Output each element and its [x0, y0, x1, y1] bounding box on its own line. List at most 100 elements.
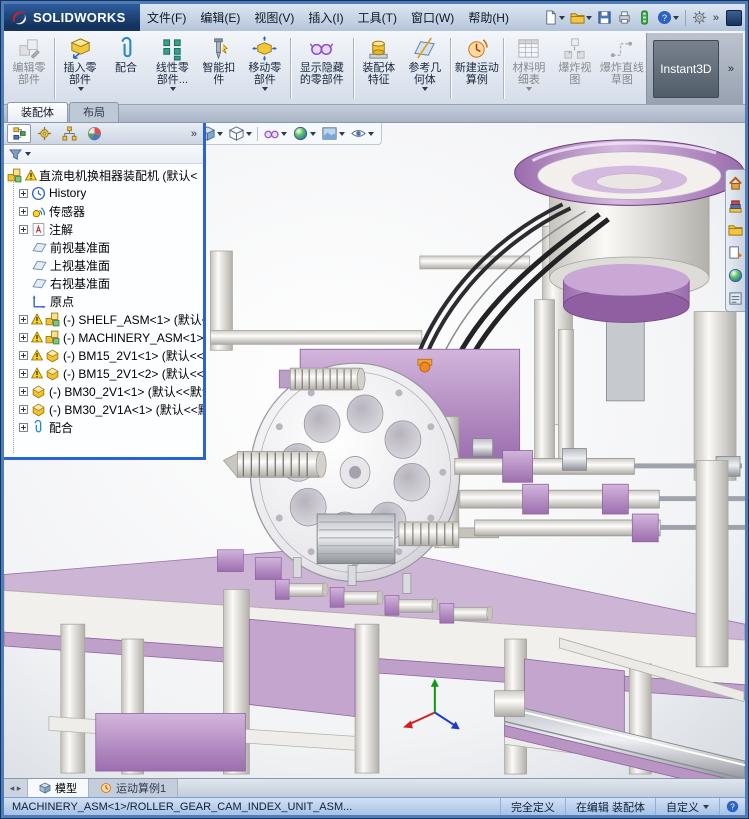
custom-properties-tab[interactable] — [727, 287, 745, 309]
quick-access-toolbar: ? » — [541, 4, 745, 31]
motion-study-tab[interactable]: 运动算例1 — [89, 779, 178, 797]
mate-button[interactable]: 配合 — [103, 33, 149, 104]
dropdown-arrow-icon — [78, 87, 84, 91]
tree-item-sensors[interactable]: 传感器 — [4, 202, 203, 220]
task-pane-tabs — [725, 169, 745, 312]
linear-component-pattern-button[interactable]: 线性零部件... — [149, 33, 196, 104]
expand-icon[interactable] — [19, 207, 28, 216]
appearances-tab[interactable] — [727, 264, 745, 286]
configurationmanager-tab[interactable] — [57, 124, 81, 143]
design-library-tab[interactable] — [727, 195, 745, 217]
propertymanager-tab[interactable] — [32, 124, 56, 143]
tree-item-bm15-1[interactable]: (-) BM15_2V1<1> (默认<<默 — [4, 346, 203, 364]
tree-item-mates[interactable]: 配合 — [4, 418, 203, 436]
tree-item-bm15-2[interactable]: (-) BM15_2V1<2> (默认<<默 — [4, 364, 203, 382]
menu-file[interactable]: 文件(F) — [140, 4, 193, 31]
menu-view[interactable]: 视图(V) — [247, 4, 301, 31]
hide-show-items-button[interactable] — [261, 124, 289, 143]
menu-window[interactable]: 窗口(W) — [404, 4, 461, 31]
tree-item-right-plane[interactable]: 右视基准面 — [4, 274, 203, 292]
insert-component-button[interactable]: 插入零部件 — [57, 33, 103, 104]
edit-appearance-button[interactable] — [290, 124, 318, 143]
command-manager-overflow-chevron[interactable]: » — [725, 63, 737, 75]
menu-tools[interactable]: 工具(T) — [351, 4, 404, 31]
expand-icon[interactable] — [19, 333, 28, 342]
tree-item-label: 传感器 — [49, 203, 85, 220]
apply-scene-button[interactable] — [319, 124, 347, 143]
print-button[interactable] — [615, 7, 634, 29]
tree-item-bm30-1[interactable]: (-) BM30_2V1<1> (默认<<默认 — [4, 382, 203, 400]
dropdown-arrow-icon — [339, 132, 345, 136]
show-hidden-components-button[interactable]: 显示隐藏的零部件 — [293, 33, 351, 104]
reference-geometry-button[interactable]: 参考几何体 — [402, 33, 448, 104]
tree-filter-row — [4, 145, 203, 164]
history-icon — [31, 186, 46, 201]
tree-item-root-assembly[interactable]: 直流电机换相器装配机 (默认< — [4, 166, 203, 184]
motion-study-icon — [464, 36, 489, 61]
options-button[interactable] — [690, 7, 709, 29]
tree-item-origin[interactable]: 原点 — [4, 292, 203, 310]
model-tab[interactable]: 模型 — [28, 779, 89, 797]
expand-icon[interactable] — [19, 225, 28, 234]
open-button[interactable] — [568, 7, 594, 29]
status-custom-dropdown[interactable]: 自定义 — [655, 798, 719, 815]
save-button[interactable] — [595, 7, 614, 29]
instant3d-toggle[interactable]: Instant3D — [653, 40, 719, 98]
dropdown-arrow-icon — [526, 87, 532, 91]
tree-item-label: 注解 — [49, 221, 73, 238]
button-label: 装配体特征 — [358, 62, 400, 87]
move-component-button[interactable]: 移动零部件 — [242, 33, 288, 104]
expand-icon[interactable] — [19, 189, 28, 198]
brand-text: SOLIDWORKS — [33, 10, 126, 25]
tree-item-bm30-1a[interactable]: (-) BM30_2V1A<1> (默认<<默认 — [4, 400, 203, 418]
new-document-button[interactable] — [541, 7, 567, 29]
help-button[interactable]: ? — [655, 7, 681, 29]
smart-fastener-icon — [206, 36, 231, 61]
view-palette-tab[interactable] — [727, 241, 745, 263]
menu-help[interactable]: 帮助(H) — [461, 4, 516, 31]
dropdown-arrow-icon — [422, 87, 428, 91]
expand-icon[interactable] — [19, 351, 28, 360]
solidworks-window: SOLIDWORKS 文件(F) 编辑(E) 视图(V) 插入(I) 工具(T)… — [0, 0, 749, 819]
window-menu-icon[interactable] — [726, 10, 742, 26]
tree-item-history[interactable]: History — [4, 184, 203, 202]
resources-home-tab[interactable] — [727, 172, 745, 194]
panel-tabs-overflow-chevron[interactable]: » — [188, 128, 200, 140]
view-settings-button[interactable] — [348, 124, 376, 143]
new-motion-study-button[interactable]: 新建运动算例 — [453, 33, 501, 104]
display-style-button[interactable] — [226, 124, 254, 143]
tree-item-label: 上视基准面 — [50, 257, 110, 274]
expand-icon[interactable] — [19, 405, 28, 414]
expand-icon[interactable] — [19, 423, 28, 432]
tab-layout[interactable]: 布局 — [69, 102, 119, 122]
dropdown-arrow-icon — [673, 16, 679, 20]
assembly-features-icon — [366, 36, 391, 61]
dropdown-arrow-icon — [310, 132, 316, 136]
assembly-features-button[interactable]: 装配体特征 — [356, 33, 402, 104]
part-icon — [31, 384, 46, 399]
rebuild-button[interactable] — [635, 7, 654, 29]
toolbar-separator — [503, 38, 504, 99]
file-explorer-tab[interactable] — [727, 218, 745, 240]
smart-fasteners-button[interactable]: 智能扣件 — [196, 33, 242, 104]
button-label: Instant3D — [660, 63, 711, 76]
tree-item-annotations[interactable]: 注解 — [4, 220, 203, 238]
featuremanager-tab[interactable] — [7, 124, 31, 143]
dropdown-arrow-icon[interactable] — [25, 152, 31, 156]
expand-icon[interactable] — [19, 369, 28, 378]
tree-item-machinery-asm[interactable]: (-) MACHINERY_ASM<1> (默 — [4, 328, 203, 346]
status-help-button[interactable]: ? — [719, 798, 745, 815]
tree-item-label: 配合 — [49, 419, 73, 436]
toolbar-overflow-chevron[interactable]: » — [710, 12, 722, 24]
expand-icon[interactable] — [19, 315, 28, 324]
tree-item-shelf-asm[interactable]: (-) SHELF_ASM<1> (默认<<默 — [4, 310, 203, 328]
tab-scroll-buttons[interactable]: ◂ ▸ — [4, 779, 28, 797]
expand-icon[interactable] — [19, 387, 28, 396]
displaymanager-tab[interactable] — [82, 124, 106, 143]
menu-edit[interactable]: 编辑(E) — [193, 4, 247, 31]
menu-insert[interactable]: 插入(I) — [301, 4, 350, 31]
filter-funnel-icon[interactable] — [9, 148, 22, 161]
tab-assembly[interactable]: 装配体 — [7, 102, 68, 122]
tree-item-front-plane[interactable]: 前视基准面 — [4, 238, 203, 256]
tree-item-top-plane[interactable]: 上视基准面 — [4, 256, 203, 274]
